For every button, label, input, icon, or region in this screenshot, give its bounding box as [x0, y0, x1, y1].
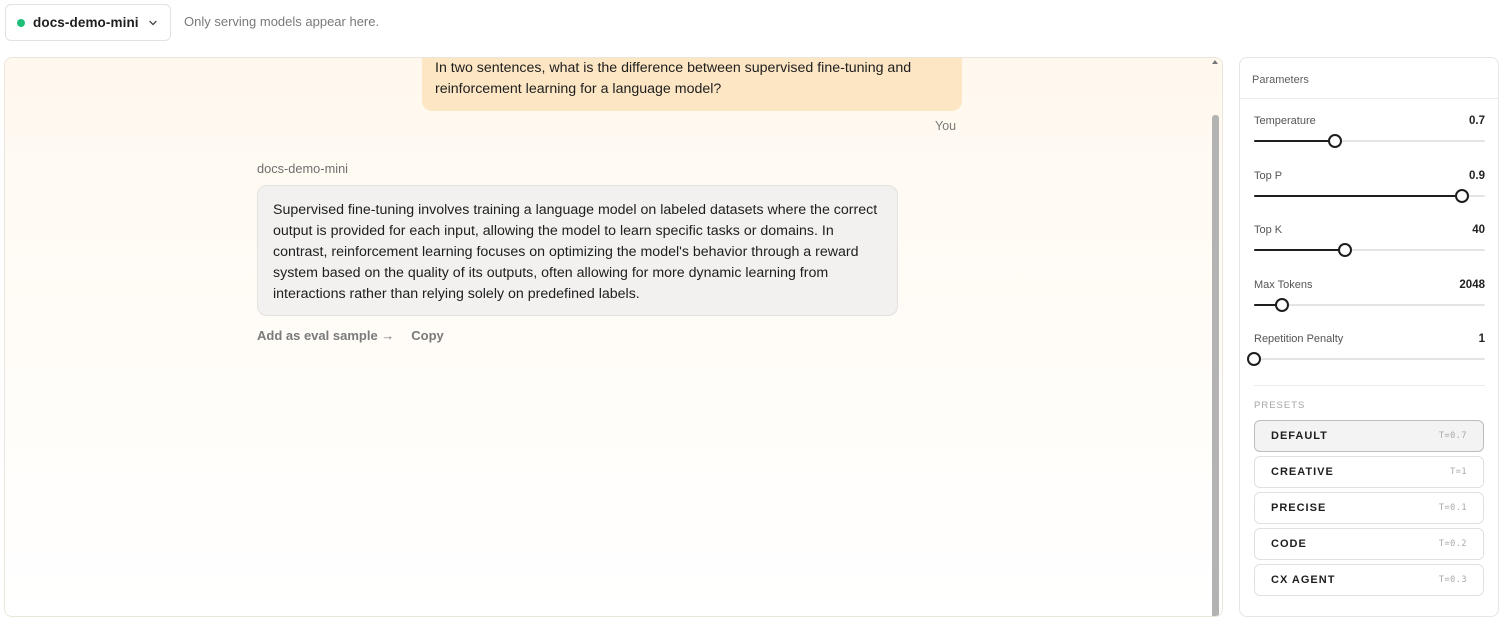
presets-divider [1254, 385, 1485, 386]
param-value: 40 [1472, 224, 1485, 236]
preset-creative-button[interactable]: CREATIVE T=1 [1254, 456, 1484, 488]
parameters-title: Parameters [1252, 74, 1309, 86]
assistant-model-label: docs-demo-mini [257, 161, 349, 176]
chat-panel: In two sentences, what is the difference… [4, 57, 1223, 617]
parameters-panel: Parameters Temperature 0.7 Top P 0.9 Top… [1239, 57, 1499, 617]
param-temperature: Temperature 0.7 [1254, 115, 1485, 159]
param-top-p: Top P 0.9 [1254, 170, 1485, 214]
param-value: 0.9 [1469, 170, 1485, 182]
param-top-k: Top K 40 [1254, 224, 1485, 268]
preset-precise-button[interactable]: PRECISE T=0.1 [1254, 492, 1484, 524]
slider-thumb[interactable] [1274, 298, 1289, 312]
temperature-slider[interactable] [1254, 134, 1485, 148]
preset-cx-agent-button[interactable]: CX AGENT T=0.3 [1254, 564, 1484, 596]
top-k-slider[interactable] [1254, 243, 1485, 257]
user-message-label: You [935, 119, 957, 133]
param-repetition-penalty: Repetition Penalty 1 [1247, 333, 1485, 377]
slider-thumb[interactable] [1454, 189, 1469, 203]
preset-default-button[interactable]: DEFAULT T=0.7 [1254, 420, 1484, 452]
scrollbar-thumb[interactable] [1212, 115, 1219, 616]
user-message-bubble: In two sentences, what is the difference… [422, 58, 962, 111]
add-eval-sample-button[interactable]: Add as eval sample → [257, 328, 394, 343]
slider-thumb[interactable] [1247, 352, 1261, 366]
slider-fill [1254, 249, 1346, 251]
param-label: Top P [1254, 170, 1283, 182]
param-label: Repetition Penalty [1254, 333, 1344, 345]
slider-thumb[interactable] [1338, 243, 1353, 257]
message-actions: Add as eval sample → Copy [257, 328, 444, 343]
preset-name: CREATIVE [1271, 466, 1334, 478]
chat-scrollbar[interactable] [1211, 58, 1221, 616]
parameters-divider [1240, 98, 1498, 99]
param-max-tokens: Max Tokens 2048 [1254, 279, 1485, 323]
preset-name: PRECISE [1271, 502, 1327, 514]
param-value: 2048 [1459, 279, 1485, 291]
assistant-message-bubble: Supervised fine-tuning involves training… [257, 185, 898, 316]
param-value: 1 [1478, 333, 1485, 345]
model-selector-label: docs-demo-mini [33, 15, 139, 30]
slider-fill [1254, 140, 1335, 142]
preset-temperature: T=1 [1450, 467, 1467, 477]
param-value: 0.7 [1469, 115, 1485, 127]
status-dot-icon [17, 18, 25, 27]
slider-fill [1254, 195, 1462, 197]
chevron-down-icon [147, 17, 159, 29]
preset-temperature: T=0.3 [1438, 575, 1467, 585]
preset-name: DEFAULT [1271, 430, 1328, 442]
scroll-up-arrow-icon[interactable] [1212, 60, 1218, 64]
preset-temperature: T=0.2 [1438, 539, 1467, 549]
copy-button[interactable]: Copy [411, 328, 444, 343]
repetition-penalty-slider[interactable] [1247, 352, 1485, 366]
preset-name: CODE [1271, 538, 1307, 550]
preset-temperature: T=0.1 [1438, 503, 1467, 513]
slider-thumb[interactable] [1327, 134, 1342, 148]
param-label: Max Tokens [1254, 279, 1313, 291]
param-label: Temperature [1254, 115, 1316, 127]
top-bar: docs-demo-mini Only serving models appea… [0, 0, 1507, 52]
max-tokens-slider[interactable] [1254, 298, 1485, 312]
model-hint-text: Only serving models appear here. [184, 14, 380, 29]
model-selector[interactable]: docs-demo-mini [5, 4, 171, 41]
param-label: Top K [1254, 224, 1283, 236]
top-p-slider[interactable] [1254, 189, 1485, 203]
preset-code-button[interactable]: CODE T=0.2 [1254, 528, 1484, 560]
preset-name: CX AGENT [1271, 574, 1336, 586]
preset-temperature: T=0.7 [1438, 431, 1467, 441]
presets-label: PRESETS [1254, 400, 1306, 411]
